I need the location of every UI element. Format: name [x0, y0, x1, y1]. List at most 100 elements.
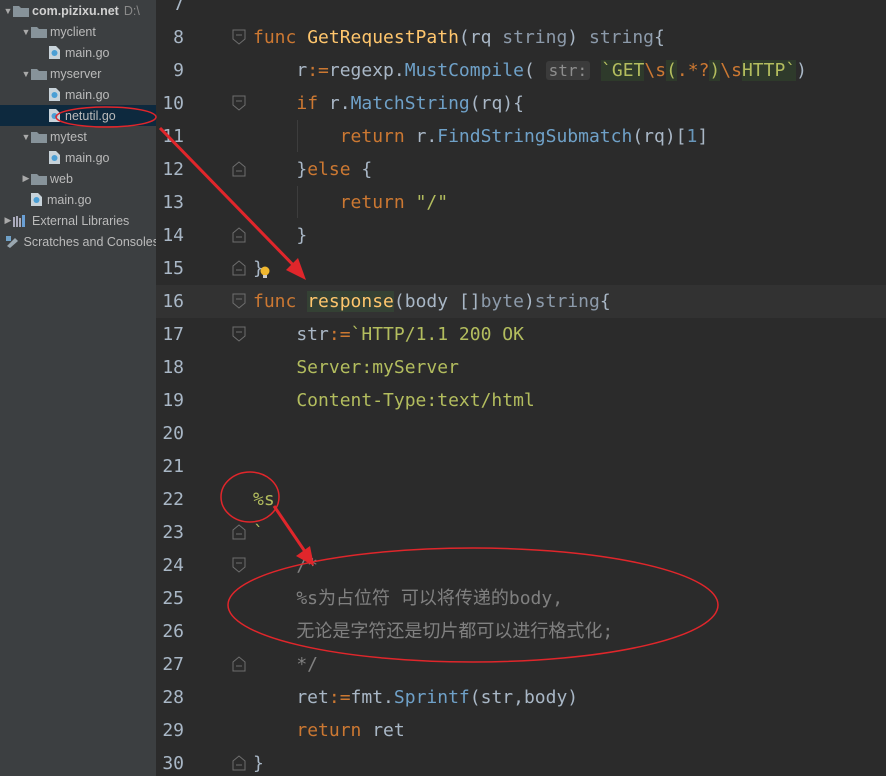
code-editor[interactable]: 7 8 func GetRequestPath(rq string) string{…	[156, 0, 886, 776]
line-number: 20	[162, 423, 184, 444]
code-text: func GetRequestPath(rq string) string{	[253, 21, 665, 54]
chevron-right-icon[interactable]: ▶	[21, 173, 31, 184]
code-token: ret	[372, 720, 405, 741]
fold-marker-icon[interactable]	[232, 95, 246, 111]
line-number: 22	[162, 489, 184, 510]
code-line-20[interactable]: 20	[156, 417, 886, 450]
line-number: 15	[162, 258, 184, 279]
code-token: return	[296, 720, 373, 741]
code-token: string	[534, 291, 600, 312]
indent-guide	[297, 186, 298, 218]
line-number: 13	[162, 192, 184, 213]
code-line-9[interactable]: 9 r:=regexp.MustCompile( str: `GET\s(.*?…	[156, 54, 886, 87]
tree-item-netutil-go[interactable]: netutil.go	[0, 105, 156, 126]
fold-marker-icon[interactable]	[232, 161, 246, 177]
folder-icon	[31, 173, 47, 185]
code-line-30[interactable]: 30}	[156, 747, 886, 776]
go-file-icon	[49, 46, 60, 59]
fold-marker-icon[interactable]	[232, 557, 246, 573]
line-number: 27	[162, 654, 184, 675]
tree-item-com-pizixu-net[interactable]: ▼ com.pizixu.net D:\	[0, 0, 156, 21]
code-text: if r.MatchString(rq){	[253, 87, 524, 120]
code-token: `GET	[601, 60, 645, 81]
fold-marker-icon[interactable]	[232, 656, 246, 672]
line-number: 29	[162, 720, 184, 741]
line-number: 14	[162, 225, 184, 246]
code-line-17[interactable]: 17 str:=`HTTP/1.1 200 OK	[156, 318, 886, 351]
fold-marker-icon[interactable]	[232, 227, 246, 243]
code-line-12[interactable]: 12 }else {	[156, 153, 886, 186]
code-line-11[interactable]: 11 return r.FindStringSubmatch(rq)[1]	[156, 120, 886, 153]
code-token: GetRequestPath	[307, 27, 459, 48]
line-number: 17	[162, 324, 184, 345]
code-token: (	[666, 60, 677, 81]
indent-guide	[297, 120, 298, 152]
fold-marker-icon[interactable]	[232, 326, 246, 342]
tree-item-label: myclient	[50, 24, 96, 39]
lightbulb-icon[interactable]	[260, 265, 270, 279]
code-text: 无论是字符还是切片都可以进行格式化;	[253, 615, 613, 648]
code-line-28[interactable]: 28 ret:=fmt.Sprintf(str,body)	[156, 681, 886, 714]
fold-marker-icon[interactable]	[232, 260, 246, 276]
fold-marker-icon[interactable]	[232, 524, 246, 540]
tree-item-scratches-and-consoles[interactable]: Scratches and Consoles	[0, 231, 156, 252]
code-text: return "/"	[253, 186, 448, 219]
tree-item-main-go[interactable]: main.go	[0, 189, 156, 210]
fold-marker-icon[interactable]	[232, 29, 246, 45]
tree-item-mytest[interactable]: ▼ mytest	[0, 126, 156, 147]
tree-item-label: External Libraries	[32, 213, 130, 228]
tree-item-external-libraries[interactable]: ▶ External Libraries	[0, 210, 156, 231]
code-line-16[interactable]: 16 func response(body []byte)string{	[156, 285, 886, 318]
scratch-icon	[5, 235, 21, 248]
line-number: 7	[173, 0, 184, 15]
code-token: r.	[328, 93, 351, 114]
code-line-10[interactable]: 10 if r.MatchString(rq){	[156, 87, 886, 120]
code-line-25[interactable]: 25 %s为占位符 可以将传递的body,	[156, 582, 886, 615]
code-token: (rq){	[469, 93, 524, 114]
tree-item-web[interactable]: ▶ web	[0, 168, 156, 189]
chevron-down-icon[interactable]: ▼	[21, 132, 31, 142]
chevron-down-icon[interactable]: ▼	[21, 27, 31, 37]
code-line-26[interactable]: 26 无论是字符还是切片都可以进行格式化;	[156, 615, 886, 648]
code-token: response	[307, 291, 394, 312]
code-line-27[interactable]: 27 */	[156, 648, 886, 681]
tree-item-main-go[interactable]: main.go	[0, 84, 156, 105]
code-token: byte	[480, 291, 524, 312]
chevron-right-icon[interactable]: ▶	[3, 215, 13, 226]
code-line-13[interactable]: 13 return "/"	[156, 186, 886, 219]
fold-marker-icon[interactable]	[232, 755, 246, 771]
code-line-22[interactable]: 22 %s	[156, 483, 886, 516]
tree-item-path: D:\	[123, 3, 140, 18]
code-token: (str,body)	[469, 687, 579, 708]
code-line-8[interactable]: 8 func GetRequestPath(rq string) string{	[156, 21, 886, 54]
line-number: 21	[162, 456, 184, 477]
line-number: 25	[162, 588, 184, 609]
code-text: r:=regexp.MustCompile( str: `GET\s(.*?)\…	[253, 54, 807, 87]
tree-item-myclient[interactable]: ▼ myclient	[0, 21, 156, 42]
code-token: /*	[253, 555, 319, 576]
code-line-24[interactable]: 24 /*	[156, 549, 886, 582]
tree-item-main-go[interactable]: main.go	[0, 42, 156, 63]
code-line-21[interactable]: 21	[156, 450, 886, 483]
code-line-29[interactable]: 29 return ret	[156, 714, 886, 747]
code-text: %s	[253, 483, 275, 516]
code-token: \s	[720, 60, 742, 81]
chevron-down-icon[interactable]: ▼	[3, 6, 13, 16]
code-token: return	[339, 192, 416, 213]
tree-item-main-go[interactable]: main.go	[0, 147, 156, 168]
fold-marker-icon[interactable]	[232, 293, 246, 309]
code-token: string	[588, 27, 655, 48]
tree-item-myserver[interactable]: ▼ myserver	[0, 63, 156, 84]
code-line-18[interactable]: 18 Server:myServer	[156, 351, 886, 384]
go-file-icon	[49, 151, 60, 164]
chevron-down-icon[interactable]: ▼	[21, 69, 31, 79]
code-line-7[interactable]: 7	[156, 0, 886, 21]
tree-item-label: Scratches and Consoles	[23, 234, 157, 249]
code-token: Server:myServer	[253, 357, 459, 378]
code-text: }else {	[253, 153, 372, 186]
line-number: 23	[162, 522, 184, 543]
code-line-19[interactable]: 19 Content-Type:text/html	[156, 384, 886, 417]
code-line-23[interactable]: 23 `	[156, 516, 886, 549]
code-line-14[interactable]: 14 }	[156, 219, 886, 252]
code-token: :=	[307, 60, 329, 81]
